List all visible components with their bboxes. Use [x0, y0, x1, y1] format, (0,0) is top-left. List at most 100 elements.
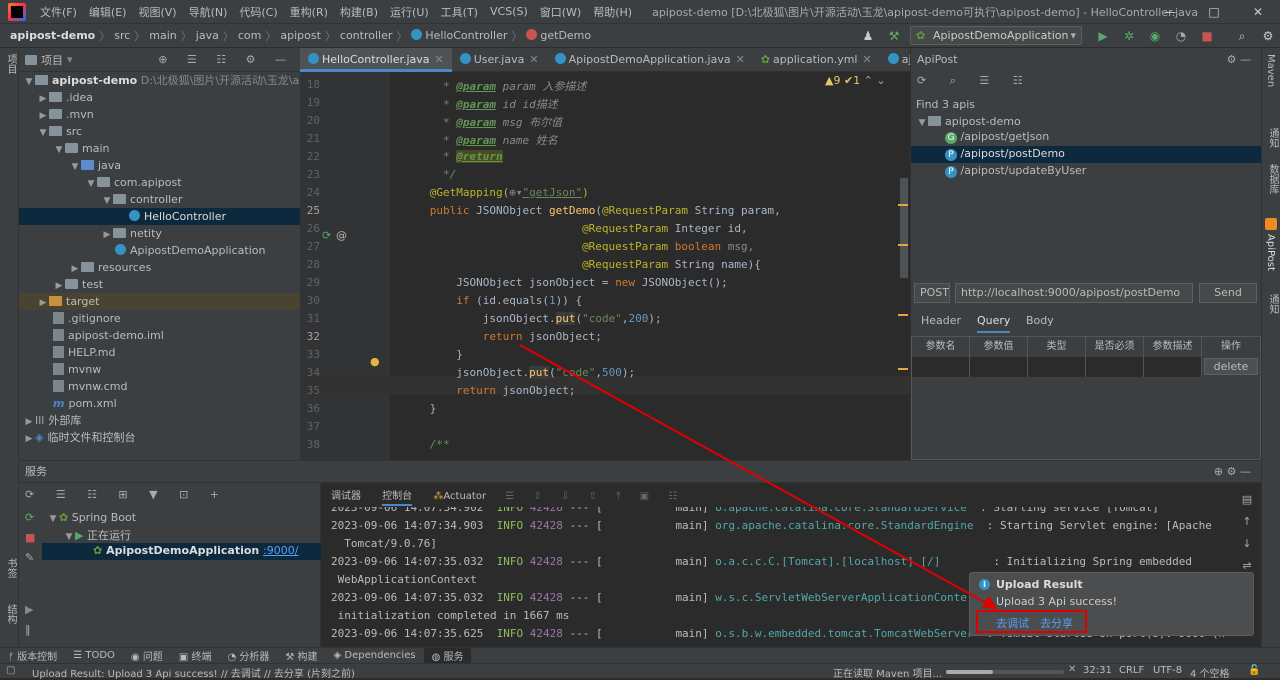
apipost-project-node[interactable]: ▼ apipost-demo [916, 115, 1021, 128]
tree-item-controller[interactable]: ▼ controller [19, 191, 300, 208]
project-tool-tab[interactable]: 项目 [3, 54, 18, 74]
tool-todo[interactable]: ☰ TODO [65, 650, 123, 661]
breadcrumb-apipost[interactable]: apipost [277, 29, 324, 42]
send-button[interactable]: Send [1199, 283, 1257, 303]
menu-build[interactable]: 构建(B) [334, 4, 384, 20]
wrench-icon[interactable]: ✎ [25, 551, 34, 564]
menu-navigate[interactable]: 导航(N) [183, 4, 234, 20]
panel-actions[interactable]: ⊕ ☰ ☷ ⚙ — [158, 53, 300, 66]
status-toggle-icon[interactable]: ▢ [6, 665, 15, 676]
search-icon[interactable]: ⌕ [1234, 28, 1250, 44]
lock-icon[interactable]: 🔓 [1248, 665, 1260, 676]
tool-problems[interactable]: ◉ 问题 [123, 648, 171, 663]
run-gutter-icon[interactable]: ⟳ [322, 229, 331, 242]
apipost-toolbar[interactable]: ⟳ ⌕ ☰ ☷ [917, 74, 1033, 88]
services-actions[interactable]: ⊕ ⚙ — [1214, 461, 1251, 483]
menu-help[interactable]: 帮助(H) [587, 4, 638, 20]
tab-console[interactable]: 控制台 [382, 491, 413, 506]
tree-root[interactable]: ▼ apipost-demo D:\北极狐\图片\开源活动\玉龙\apipo [19, 72, 323, 89]
close-button[interactable]: ✕ [1236, 0, 1280, 24]
caret-position[interactable]: 32:31 [1083, 665, 1112, 676]
url-input[interactable]: http://localhost:9000/apipost/postDemo [955, 283, 1193, 303]
tab-application[interactable]: ApipostDemoApplication.java ✕ [547, 48, 753, 72]
file-encoding[interactable]: UTF-8 [1153, 665, 1182, 676]
close-tab-icon[interactable]: ✕ [529, 53, 538, 66]
menu-run[interactable]: 运行(U) [384, 4, 435, 20]
tree-item-package[interactable]: ▼ com.apipost [19, 174, 300, 191]
api-item-getjson[interactable]: G /apipost/getJson [945, 130, 1049, 144]
api-item-postdemo[interactable]: P /apipost/postDemo [945, 147, 1065, 161]
tree-item-main[interactable]: ▼ main [19, 140, 300, 157]
tab-actuator[interactable]: Actuator [443, 491, 486, 502]
tree-item-mvn[interactable]: ▶ .mvn [19, 106, 300, 123]
breadcrumb-project[interactable]: apipost-demo [0, 29, 98, 42]
tree-item-java[interactable]: ▼ java [19, 157, 300, 174]
menu-refactor[interactable]: 重构(R) [284, 4, 334, 20]
tree-item-mvnw[interactable]: mvnw [19, 361, 300, 378]
structure-tool-tab[interactable]: 结构 [3, 604, 18, 624]
param-type-cell[interactable] [1028, 357, 1086, 377]
stop-icon[interactable]: ■ [25, 531, 35, 544]
breadcrumb-method[interactable]: getDemo [523, 29, 594, 42]
menu-window[interactable]: 窗口(W) [534, 4, 587, 20]
tree-item-scratches[interactable]: ▶ ◈ 临时文件和控制台 [19, 429, 300, 446]
breadcrumb-main[interactable]: main [146, 29, 179, 42]
tree-item-target[interactable]: ▶ target [19, 293, 300, 310]
line-separator[interactable]: CRLF [1119, 665, 1144, 676]
tree-item-iml[interactable]: apipost-demo.iml [19, 327, 300, 344]
menu-edit[interactable]: 编辑(E) [83, 4, 133, 20]
tool-services[interactable]: ◍ 服务 [423, 648, 472, 663]
run-dim-icon[interactable]: ▶ [25, 603, 33, 616]
maximize-button[interactable]: □ [1192, 0, 1236, 24]
gear-icon[interactable]: ⚙ [1260, 28, 1276, 44]
bookmarks-tool-tab[interactable]: 书签 [3, 558, 18, 578]
code-area[interactable]: * @param param 入参描述 * @param id id描述 * @… [390, 78, 910, 460]
pause-icon[interactable]: ‖ [25, 623, 31, 636]
notification-tool-tab[interactable]: 通知 [1265, 128, 1280, 148]
tool-terminal[interactable]: ▣ 终端 [171, 648, 220, 663]
tree-item-pom[interactable]: m pom.xml [19, 395, 300, 412]
api-item-updatebyuser[interactable]: P /apipost/updateByUser [945, 164, 1086, 178]
maven-tool-tab[interactable]: Maven [1265, 54, 1276, 87]
close-tab-icon[interactable]: ✕ [435, 53, 444, 66]
tool-profiler[interactable]: ◔ 分析器 [219, 648, 277, 663]
stop-icon[interactable]: ■ [1199, 28, 1215, 44]
restart-icon[interactable]: ⟳ [25, 511, 34, 524]
close-tab-icon[interactable]: ✕ [863, 53, 872, 66]
tree-running[interactable]: ▼ ▶ 正在运行 [63, 527, 131, 543]
tool-build[interactable]: ⚒ 构建 [277, 648, 325, 663]
user-icon[interactable]: ♟ [860, 28, 876, 44]
menu-code[interactable]: 代码(C) [233, 4, 283, 20]
breadcrumb-java[interactable]: java [193, 29, 222, 42]
chevron-down-icon[interactable]: ▾ [67, 53, 73, 66]
port-link[interactable]: :9000/ [263, 544, 298, 557]
breadcrumb-com[interactable]: com [235, 29, 265, 42]
tab-query[interactable]: Query [977, 314, 1011, 333]
breadcrumb-class[interactable]: HelloController [408, 29, 510, 42]
services-toolbar[interactable]: ⟳ ☰ ☷ ⊞ ▼ ⊡ + [25, 488, 228, 501]
delete-button[interactable]: delete [1204, 358, 1258, 375]
apipost-tool-tab[interactable]: ApiPost [1265, 234, 1276, 271]
http-method-select[interactable]: POST [914, 283, 950, 303]
tree-item-help[interactable]: HELP.md [19, 344, 300, 361]
tree-item-hellocontroller[interactable]: HelloController [19, 208, 300, 225]
build-hammer-icon[interactable]: ⚒ [886, 28, 902, 44]
coverage-icon[interactable]: ◉ [1147, 28, 1163, 44]
tree-item-netity[interactable]: ▶ netity [19, 225, 300, 242]
run-icon[interactable]: ▶ [1095, 28, 1111, 44]
tree-spring-boot[interactable]: ▼ ✿ Spring Boot [47, 511, 137, 524]
annotation-gutter-icon[interactable]: @ [336, 229, 347, 242]
breadcrumb-src[interactable]: src [111, 29, 133, 42]
tool-dependencies[interactable]: ◈ Dependencies [326, 650, 424, 661]
tree-item-application[interactable]: ApipostDemoApplication [19, 242, 300, 259]
minimize-button[interactable]: — [1148, 0, 1192, 24]
profile-icon[interactable]: ◔ [1173, 28, 1189, 44]
param-name-cell[interactable] [912, 357, 970, 377]
debug-link[interactable]: 去调试 [996, 615, 1029, 631]
param-value-cell[interactable] [970, 357, 1028, 377]
scrollbar[interactable] [900, 178, 908, 278]
param-desc-cell[interactable] [1144, 357, 1202, 377]
tab-hellocontroller[interactable]: HelloController.java ✕ [300, 48, 452, 72]
tab-body[interactable]: Body [1026, 314, 1054, 327]
database-tool-tab[interactable]: 数据库 [1265, 164, 1280, 194]
